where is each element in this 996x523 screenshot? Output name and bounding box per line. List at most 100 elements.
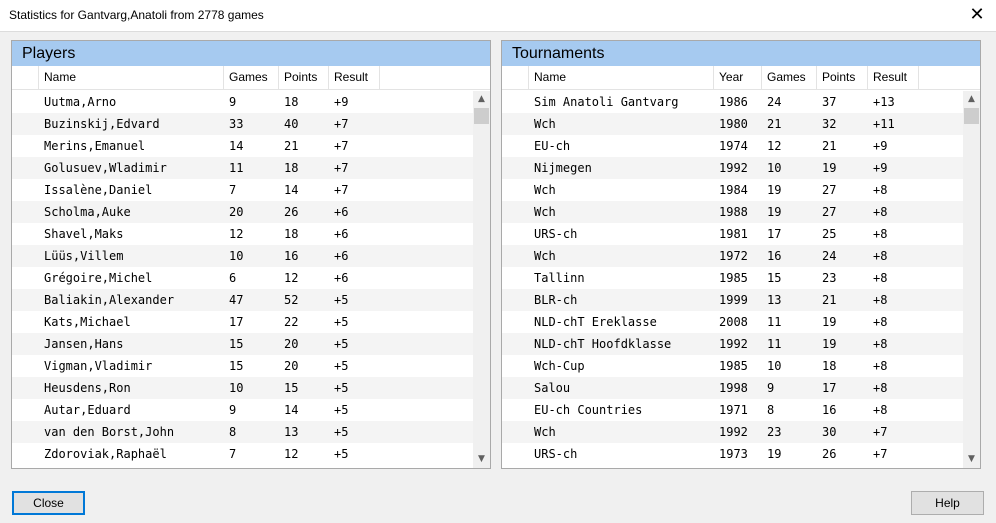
table-row[interactable]: Uutma,Arno 9 18 +9: [12, 91, 473, 113]
cell-points: 18: [822, 359, 837, 373]
tournaments-list: Sim Anatoli Gantvarg 1986 24 37 +13 Wch 1980 21…: [502, 91, 963, 468]
table-row[interactable]: Wch-Cup 1985 10 18 +8: [502, 355, 963, 377]
table-row[interactable]: EU-ch Countries 1971 8 16 +8: [502, 399, 963, 421]
column-header-games[interactable]: Games: [762, 66, 817, 89]
scroll-down-icon[interactable]: ▼: [473, 451, 490, 468]
cell-result: +8: [873, 403, 888, 417]
cell-name: Uutma,Arno: [44, 95, 117, 109]
scroll-down-icon[interactable]: ▼: [963, 451, 980, 468]
cell-name: Nijmegen: [534, 161, 592, 175]
cell-result: +8: [873, 337, 888, 351]
table-row[interactable]: Autar,Eduard 9 14 +5: [12, 399, 473, 421]
window-title: Statistics for Gantvarg,Anatoli from 277…: [9, 8, 264, 22]
column-header-result[interactable]: Result: [868, 66, 919, 89]
cell-games: 6: [229, 271, 237, 285]
cell-result: +5: [334, 447, 349, 461]
table-row[interactable]: Salou 1998 9 17 +8: [502, 377, 963, 399]
column-header-year[interactable]: Year: [714, 66, 762, 89]
cell-points: 21: [822, 293, 837, 307]
table-row[interactable]: Wch 1988 19 27 +8: [502, 201, 963, 223]
table-row[interactable]: Heusdens,Ron 10 15 +5: [12, 377, 473, 399]
table-row[interactable]: Zdoroviak,Raphaël 7 12 +5: [12, 443, 473, 465]
cell-result: +5: [334, 381, 349, 395]
cell-points: 19: [822, 337, 837, 351]
cell-year: 1992: [719, 161, 748, 175]
column-header-points[interactable]: Points: [817, 66, 868, 89]
cell-points: 40: [284, 117, 299, 131]
cell-points: 23: [822, 271, 837, 285]
table-row[interactable]: Sim Anatoli Gantvarg 1986 24 37 +13: [502, 91, 963, 113]
table-row[interactable]: Vigman,Vladimir 15 20 +5: [12, 355, 473, 377]
table-row[interactable]: BLR-ch 1999 13 21 +8: [502, 289, 963, 311]
column-header-result[interactable]: Result: [329, 66, 380, 89]
cell-result: +9: [873, 139, 888, 153]
cell-year: 1971: [719, 403, 748, 417]
cell-points: 20: [284, 337, 299, 351]
cell-year: 2008: [719, 315, 748, 329]
cell-points: 16: [284, 249, 299, 263]
cell-games: 20: [229, 205, 244, 219]
cell-result: +8: [873, 271, 888, 285]
table-row[interactable]: Buzinskij,Edvard 33 40 +7: [12, 113, 473, 135]
table-row[interactable]: Wch 1992 23 30 +7: [502, 421, 963, 443]
cell-name: Vigman,Vladimir: [44, 359, 153, 373]
players-scrollbar[interactable]: ▲ ▼: [473, 91, 490, 468]
table-row[interactable]: Grégoire,Michel 6 12 +6: [12, 267, 473, 289]
tournaments-column-header: Name Year Games Points Result: [502, 66, 980, 90]
scroll-up-icon[interactable]: ▲: [473, 91, 490, 108]
cell-result: +5: [334, 315, 349, 329]
cell-year: 1980: [719, 117, 748, 131]
table-row[interactable]: Scholma,Auke 20 26 +6: [12, 201, 473, 223]
column-header-games[interactable]: Games: [224, 66, 279, 89]
scroll-thumb[interactable]: [964, 108, 979, 124]
table-row[interactable]: Golusuev,Wladimir 11 18 +7: [12, 157, 473, 179]
cell-games: 17: [767, 227, 782, 241]
players-list: Uutma,Arno 9 18 +9 Buzinskij,Edvard 33 40 +7 Mer…: [12, 91, 473, 468]
scroll-thumb[interactable]: [474, 108, 489, 124]
tournaments-panel: Tournaments Name Year Games Points Resul…: [501, 40, 981, 469]
table-row[interactable]: Baliakin,Alexander 47 52 +5: [12, 289, 473, 311]
cell-games: 8: [229, 425, 237, 439]
column-header-name[interactable]: Name: [529, 66, 714, 89]
table-row[interactable]: van den Borst,John 8 13 +5: [12, 421, 473, 443]
table-row[interactable]: Wch 1980 21 32 +11: [502, 113, 963, 135]
cell-name: Wch: [534, 249, 556, 263]
table-row[interactable]: EU-ch 1974 12 21 +9: [502, 135, 963, 157]
column-header-points[interactable]: Points: [279, 66, 329, 89]
table-row[interactable]: Tallinn 1985 15 23 +8: [502, 267, 963, 289]
table-row[interactable]: Kats,Michael 17 22 +5: [12, 311, 473, 333]
table-row[interactable]: URS-ch 1973 19 26 +7: [502, 443, 963, 465]
cell-name: URS-ch: [534, 227, 578, 241]
help-button[interactable]: Help: [911, 491, 984, 515]
table-row[interactable]: URS-ch 1981 17 25 +8: [502, 223, 963, 245]
cell-name: NLD-chT Hoofdklasse: [534, 337, 672, 351]
cell-name: Salou: [534, 381, 571, 395]
tournaments-scrollbar[interactable]: ▲ ▼: [963, 91, 980, 468]
cell-name: Zdoroviak,Raphaël: [44, 447, 167, 461]
column-header-name[interactable]: Name: [39, 66, 224, 89]
table-row[interactable]: Lüüs,Villem 10 16 +6: [12, 245, 473, 267]
cell-result: +13: [873, 95, 895, 109]
scroll-up-icon[interactable]: ▲: [963, 91, 980, 108]
table-row[interactable]: Issalène,Daniel 7 14 +7: [12, 179, 473, 201]
cell-points: 17: [822, 381, 837, 395]
table-row[interactable]: Nijmegen 1992 10 19 +9: [502, 157, 963, 179]
table-row[interactable]: Merins,Emanuel 14 21 +7: [12, 135, 473, 157]
cell-points: 18: [284, 227, 299, 241]
cell-name: Autar,Eduard: [44, 403, 131, 417]
table-row[interactable]: Wch 1984 19 27 +8: [502, 179, 963, 201]
close-icon[interactable]: ✕: [964, 3, 990, 27]
table-row[interactable]: Wch 1972 16 24 +8: [502, 245, 963, 267]
table-row[interactable]: NLD-chT Hoofdklasse 1992 11 19 +8: [502, 333, 963, 355]
cell-games: 10: [767, 359, 782, 373]
table-row[interactable]: NLD-chT Ereklasse 2008 11 19 +8: [502, 311, 963, 333]
row-indicator-header: [12, 66, 39, 89]
cell-points: 37: [822, 95, 837, 109]
cell-points: 14: [284, 183, 299, 197]
table-row[interactable]: Jansen,Hans 15 20 +5: [12, 333, 473, 355]
table-row[interactable]: Shavel,Maks 12 18 +6: [12, 223, 473, 245]
cell-name: Heusdens,Ron: [44, 381, 131, 395]
cell-year: 1988: [719, 205, 748, 219]
close-button[interactable]: Close: [12, 491, 85, 515]
cell-name: Sim Anatoli Gantvarg: [534, 95, 679, 109]
